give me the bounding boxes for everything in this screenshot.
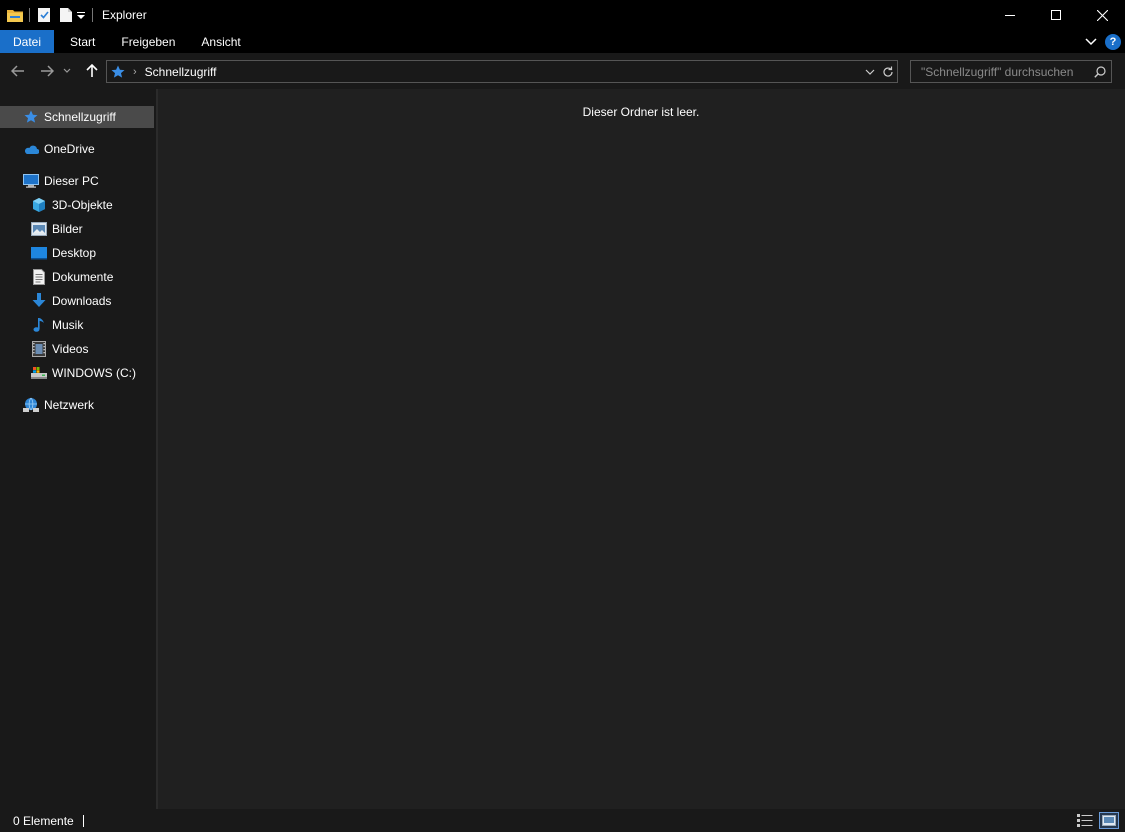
- sidebar-item-onedrive[interactable]: OneDrive: [0, 138, 154, 160]
- close-icon: [1096, 9, 1108, 21]
- maximize-button[interactable]: [1033, 0, 1079, 30]
- sidebar-item-label: Musik: [52, 318, 84, 332]
- back-button[interactable]: [8, 61, 28, 81]
- folder-icon[interactable]: [6, 6, 24, 24]
- sidebar-item-bilder[interactable]: Bilder: [0, 218, 154, 240]
- toolbar-separator: [29, 8, 30, 22]
- new-folder-icon[interactable]: [57, 6, 75, 24]
- chevron-down-icon: [865, 69, 875, 75]
- close-button[interactable]: [1079, 0, 1125, 30]
- tab-freigeben[interactable]: Freigeben: [108, 30, 188, 53]
- video-icon: [31, 341, 47, 357]
- sidebar-item-netzwerk[interactable]: Netzwerk: [0, 394, 154, 416]
- tab-datei[interactable]: Datei: [0, 30, 55, 53]
- status-separator: [82, 814, 84, 827]
- music-icon: [31, 317, 47, 333]
- up-button[interactable]: [82, 61, 102, 81]
- properties-icon[interactable]: [35, 6, 53, 24]
- network-icon: [23, 397, 39, 413]
- ribbon-controls: ?: [1085, 30, 1121, 53]
- address-controls: [861, 61, 897, 82]
- ribbon-tabs: Datei Start Freigeben Ansicht ?: [0, 30, 1125, 53]
- arrow-right-icon: [41, 65, 54, 77]
- recent-locations-button[interactable]: [61, 61, 73, 81]
- window-controls: [987, 0, 1125, 30]
- arrow-up-icon: [86, 64, 98, 77]
- expand-ribbon-button[interactable]: [1085, 37, 1097, 46]
- view-switcher: [1076, 812, 1119, 829]
- sidebar-item-dokumente[interactable]: Dokumente: [0, 266, 154, 288]
- sidebar-item-label: Dokumente: [52, 270, 114, 284]
- sidebar-item-schnellzugriff[interactable]: Schnellzugriff: [0, 106, 154, 128]
- star-icon: [23, 109, 39, 125]
- sidebar-item-label: 3D-Objekte: [52, 198, 113, 212]
- sidebar-item-musik[interactable]: Musik: [0, 314, 154, 336]
- help-button[interactable]: ?: [1105, 33, 1121, 50]
- download-icon: [31, 293, 47, 309]
- sidebar-item-3d-objekte[interactable]: 3D-Objekte: [0, 194, 154, 216]
- large-icons-view-icon: [1102, 815, 1116, 826]
- computer-icon: [23, 173, 39, 189]
- desktop-icon: [31, 245, 47, 261]
- sidebar-item-desktop[interactable]: Desktop: [0, 242, 154, 264]
- sidebar-item-label: OneDrive: [44, 142, 95, 156]
- item-count: 0 Elemente: [13, 813, 74, 828]
- sidebar-item-label: Dieser PC: [44, 174, 99, 188]
- drive-icon: [31, 365, 47, 381]
- toolbar-separator: [92, 8, 93, 22]
- arrow-left-icon: [11, 65, 24, 77]
- sidebar-item-label: Videos: [52, 342, 89, 356]
- details-view-button[interactable]: [1076, 813, 1094, 828]
- address-history-button[interactable]: [861, 69, 879, 75]
- tab-ansicht[interactable]: Ansicht: [188, 30, 253, 53]
- search-placeholder: "Schnellzugriff" durchsuchen: [921, 64, 1074, 79]
- navigation-bar: › Schnellzugriff "Schnellzugriff" durchs…: [0, 53, 1125, 89]
- chevron-down-icon: [1085, 37, 1097, 45]
- chevron-down-icon: [63, 68, 71, 73]
- sidebar-item-label: Netzwerk: [44, 398, 95, 412]
- status-bar: 0 Elemente: [0, 809, 1125, 832]
- quick-access-toolbar: [0, 0, 98, 30]
- details-view-icon: [1077, 814, 1093, 827]
- address-bar[interactable]: › Schnellzugriff: [106, 60, 898, 83]
- sidebar-item-label: Downloads: [52, 294, 112, 308]
- window-title: Explorer: [102, 8, 147, 22]
- sidebar-item-label: Schnellzugriff: [44, 110, 116, 124]
- search-icon[interactable]: [1089, 65, 1111, 78]
- pictures-icon: [31, 221, 47, 237]
- title-bar: Explorer: [0, 0, 1125, 30]
- tab-start[interactable]: Start: [54, 30, 108, 53]
- breadcrumb-separator: ›: [133, 65, 137, 78]
- navigation-pane: Schnellzugriff OneDrive Dieser PC 3D-Obj…: [0, 89, 156, 809]
- cloud-icon: [23, 141, 39, 157]
- empty-folder-message: Dieser Ordner ist leer.: [582, 105, 700, 119]
- maximize-icon: [1051, 10, 1061, 20]
- search-input[interactable]: "Schnellzugriff" durchsuchen: [910, 60, 1112, 83]
- breadcrumb[interactable]: Schnellzugriff: [145, 65, 217, 79]
- minimize-button[interactable]: [987, 0, 1033, 30]
- document-icon: [31, 269, 47, 285]
- customize-toolbar-dropdown-icon[interactable]: [75, 6, 87, 24]
- sidebar-item-dieser-pc[interactable]: Dieser PC: [0, 170, 154, 192]
- sidebar-item-videos[interactable]: Videos: [0, 338, 154, 360]
- sidebar-item-downloads[interactable]: Downloads: [0, 290, 154, 312]
- star-icon: [111, 65, 125, 79]
- sidebar-item-label: Desktop: [52, 246, 97, 260]
- file-list-area[interactable]: Dieser Ordner ist leer.: [158, 89, 1125, 809]
- minimize-icon: [1005, 15, 1015, 16]
- refresh-icon: [883, 66, 893, 77]
- cube-icon: [31, 197, 47, 213]
- large-icons-view-button[interactable]: [1099, 812, 1119, 829]
- refresh-button[interactable]: [879, 66, 897, 78]
- sidebar-item-label: WINDOWS (C:): [52, 366, 136, 380]
- forward-button[interactable]: [37, 61, 57, 81]
- sidebar-item-windows-c[interactable]: WINDOWS (C:): [0, 362, 154, 384]
- sidebar-item-label: Bilder: [52, 222, 83, 236]
